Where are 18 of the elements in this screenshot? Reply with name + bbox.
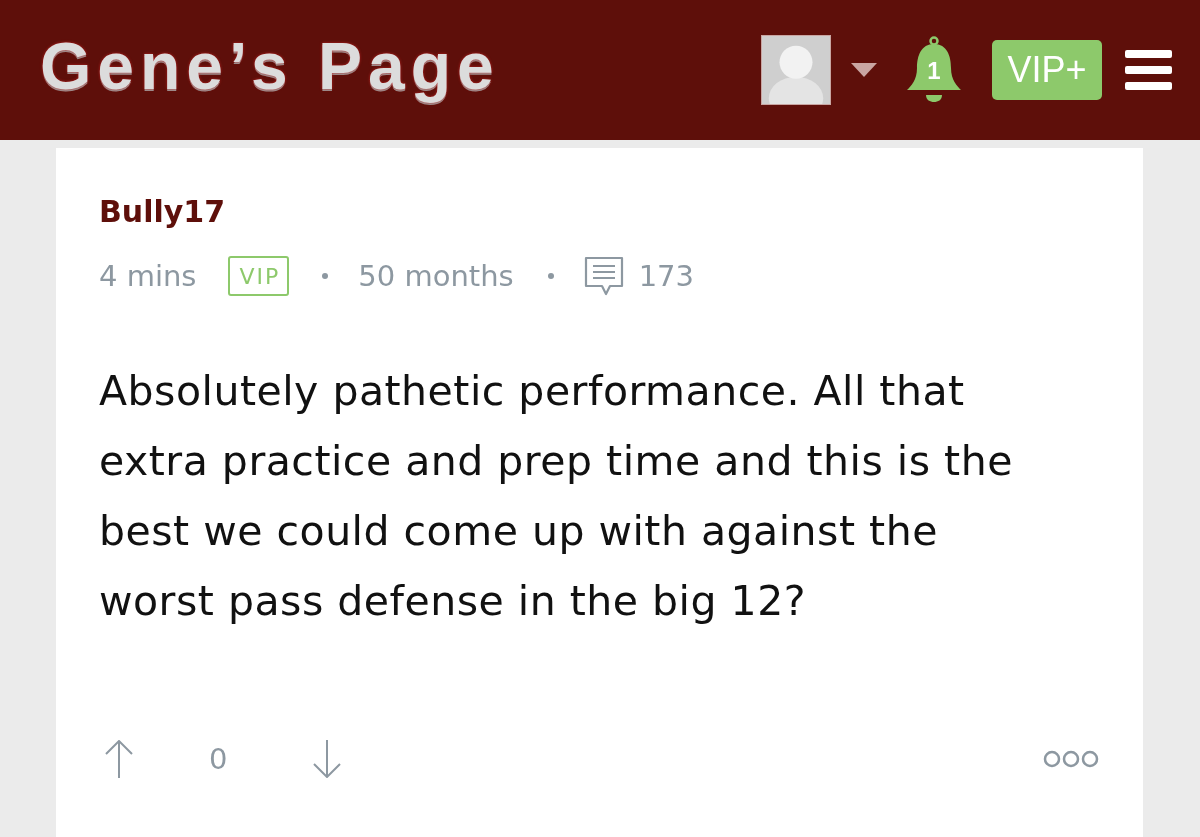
caret-icon[interactable] xyxy=(851,63,877,77)
membership-duration: 50 months xyxy=(358,258,514,294)
vote-score: 0 xyxy=(209,741,228,777)
post-time: 4 mins xyxy=(99,258,197,294)
post-text: Absolutely pathetic performance. All that extra practice and prep time and this is the best we could come up with against the worst pass defense in the big 12? xyxy=(99,366,1014,627)
avatar-icon[interactable] xyxy=(761,35,831,105)
separator-dot-icon xyxy=(547,273,554,279)
separator-dot-icon xyxy=(322,273,329,279)
author-name[interactable]: Bully17 xyxy=(99,194,226,230)
menu-icon[interactable] xyxy=(1125,50,1172,90)
downvote-arrow-icon[interactable] xyxy=(313,740,342,778)
bell-icon[interactable] xyxy=(905,36,963,104)
comment-icon xyxy=(583,256,624,296)
vip-badge: VIP xyxy=(228,256,290,296)
upvote-arrow-icon[interactable] xyxy=(105,740,133,778)
notification-count: 1 xyxy=(926,58,942,84)
comment-count: 173 xyxy=(638,258,694,294)
more-options-icon[interactable] xyxy=(1043,750,1099,768)
